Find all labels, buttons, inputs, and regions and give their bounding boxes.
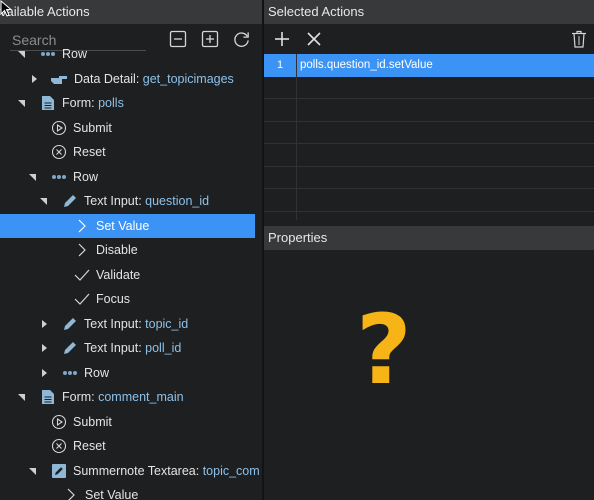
caret-right-icon[interactable] bbox=[40, 312, 50, 336]
tree-node-text-input-question-id[interactable]: Text Input: question_id bbox=[0, 189, 262, 214]
pencil-icon bbox=[64, 317, 76, 330]
tree-node-label: Summernote Textarea: topic_com bbox=[73, 463, 260, 478]
properties-title: Properties bbox=[268, 230, 328, 245]
action-index: 1 bbox=[276, 59, 284, 71]
empty-action-row bbox=[264, 122, 594, 144]
tree-node-form-polls[interactable]: Form: polls bbox=[0, 91, 262, 116]
selected-actions-header: Selected Actions bbox=[264, 0, 594, 24]
tree-node-label: Row bbox=[62, 47, 88, 61]
caret-down-icon[interactable] bbox=[39, 189, 49, 213]
tree-node-form-comment-main[interactable]: Form: comment_main bbox=[0, 385, 262, 410]
available-actions-panel: vailable Actions Row Data Detail: get_ bbox=[0, 0, 262, 500]
remove-icon[interactable] bbox=[307, 32, 321, 46]
actions-tree: Row Data Detail: get_topicimages Form: p… bbox=[0, 47, 262, 500]
checkmark-icon bbox=[74, 269, 90, 281]
tree-node-label: Validate bbox=[96, 267, 141, 282]
close-circle-icon bbox=[51, 144, 67, 160]
selected-actions-toolbar bbox=[264, 24, 594, 54]
available-actions-header: vailable Actions bbox=[0, 0, 262, 24]
tree-node-disable[interactable]: Disable bbox=[0, 238, 262, 263]
tree-node-label: Row bbox=[84, 365, 110, 380]
tree-node-row[interactable]: Row bbox=[0, 165, 262, 190]
edit-box-icon bbox=[52, 463, 66, 478]
tree-node-row[interactable]: Row bbox=[0, 361, 262, 386]
pencil-icon bbox=[64, 195, 76, 207]
tree-node-label: Text Input: question_id bbox=[84, 194, 210, 208]
tree-node-validate[interactable]: Validate bbox=[0, 263, 262, 288]
play-circle-icon bbox=[51, 120, 67, 135]
tree-node-label: Text Input: poll_id bbox=[84, 341, 182, 355]
tree-node-data-detail[interactable]: Data Detail: get_topicimages bbox=[0, 67, 262, 92]
tree-node-label: Set Value bbox=[96, 218, 150, 233]
caret-right-icon[interactable] bbox=[40, 336, 50, 360]
tree-node-row[interactable]: Row bbox=[0, 42, 262, 67]
add-icon[interactable] bbox=[274, 31, 290, 47]
caret-down-icon[interactable] bbox=[17, 91, 27, 115]
selected-action-row[interactable]: 1 polls.question_id.setValue bbox=[264, 54, 594, 77]
empty-action-row bbox=[264, 189, 594, 212]
tree-node-reset[interactable]: Reset bbox=[0, 434, 262, 459]
tree-node-label: Disable bbox=[96, 243, 138, 257]
trash-icon[interactable] bbox=[571, 30, 587, 48]
tree-node-submit[interactable]: Submit bbox=[0, 410, 262, 435]
empty-action-row bbox=[264, 99, 594, 122]
caret-right-icon[interactable] bbox=[30, 67, 40, 91]
close-circle-icon bbox=[51, 438, 67, 454]
tree-node-summernote-textarea[interactable]: Summernote Textarea: topic_com bbox=[0, 459, 262, 484]
action-text: polls.question_id.setValue bbox=[300, 59, 433, 71]
tree-node-label: Text Input: topic_id bbox=[84, 316, 189, 331]
row-icon bbox=[63, 370, 77, 375]
tree-node-label: Submit bbox=[73, 414, 112, 429]
question-mark-icon: ? bbox=[356, 294, 412, 406]
row-icon bbox=[52, 174, 66, 179]
tree-node-label: Form: comment_main bbox=[62, 390, 184, 404]
pencil-icon bbox=[64, 342, 76, 354]
empty-action-row bbox=[264, 167, 594, 189]
tree-node-text-input-poll-id[interactable]: Text Input: poll_id bbox=[0, 336, 262, 361]
checkmark-icon bbox=[74, 293, 90, 305]
tree-node-label: Data Detail: get_topicimages bbox=[74, 71, 234, 86]
pointing-hand-icon bbox=[51, 75, 67, 84]
tree-node-focus[interactable]: Focus bbox=[0, 287, 262, 312]
available-actions-title: vailable Actions bbox=[0, 4, 90, 19]
tree-node-label: Submit bbox=[73, 120, 112, 135]
tree-node-set-value[interactable]: Set Value bbox=[0, 213, 255, 238]
selected-actions-panel: Selected Actions 1 polls.question_id.set… bbox=[264, 0, 594, 500]
tree-node-label: Form: polls bbox=[62, 96, 124, 110]
chevron-right-icon bbox=[67, 488, 75, 500]
caret-down-icon[interactable] bbox=[17, 385, 27, 409]
tree-node-label: Set Value bbox=[85, 488, 139, 500]
mouse-cursor-icon bbox=[0, 0, 12, 17]
row-icon bbox=[41, 52, 55, 56]
tree-node-text-input-topic-id[interactable]: Text Input: topic_id bbox=[0, 312, 262, 337]
caret-down-icon[interactable] bbox=[28, 459, 38, 483]
caret-down-icon[interactable] bbox=[28, 165, 38, 189]
tree-node-label: Focus bbox=[96, 292, 131, 306]
properties-header: Properties bbox=[264, 226, 594, 250]
selected-actions-grid: 1 polls.question_id.setValue bbox=[264, 54, 594, 220]
caret-down-icon[interactable] bbox=[17, 42, 27, 66]
tree-node-label: Reset bbox=[73, 145, 106, 159]
tree-node-label: Row bbox=[73, 169, 99, 184]
chevron-right-icon bbox=[78, 243, 86, 257]
selected-actions-title: Selected Actions bbox=[268, 4, 365, 19]
grid-column-divider bbox=[296, 54, 297, 220]
tree-node-submit[interactable]: Submit bbox=[0, 116, 262, 141]
form-document-icon bbox=[42, 390, 54, 404]
empty-action-row bbox=[264, 144, 594, 167]
tree-node-reset[interactable]: Reset bbox=[0, 140, 262, 165]
caret-right-icon[interactable] bbox=[40, 361, 50, 385]
tree-node-set-value[interactable]: Set Value bbox=[0, 483, 262, 500]
empty-action-row bbox=[264, 77, 594, 99]
chevron-right-icon bbox=[78, 219, 86, 232]
play-circle-icon bbox=[51, 414, 67, 429]
form-document-icon bbox=[42, 96, 54, 110]
tree-node-label: Reset bbox=[73, 439, 106, 453]
